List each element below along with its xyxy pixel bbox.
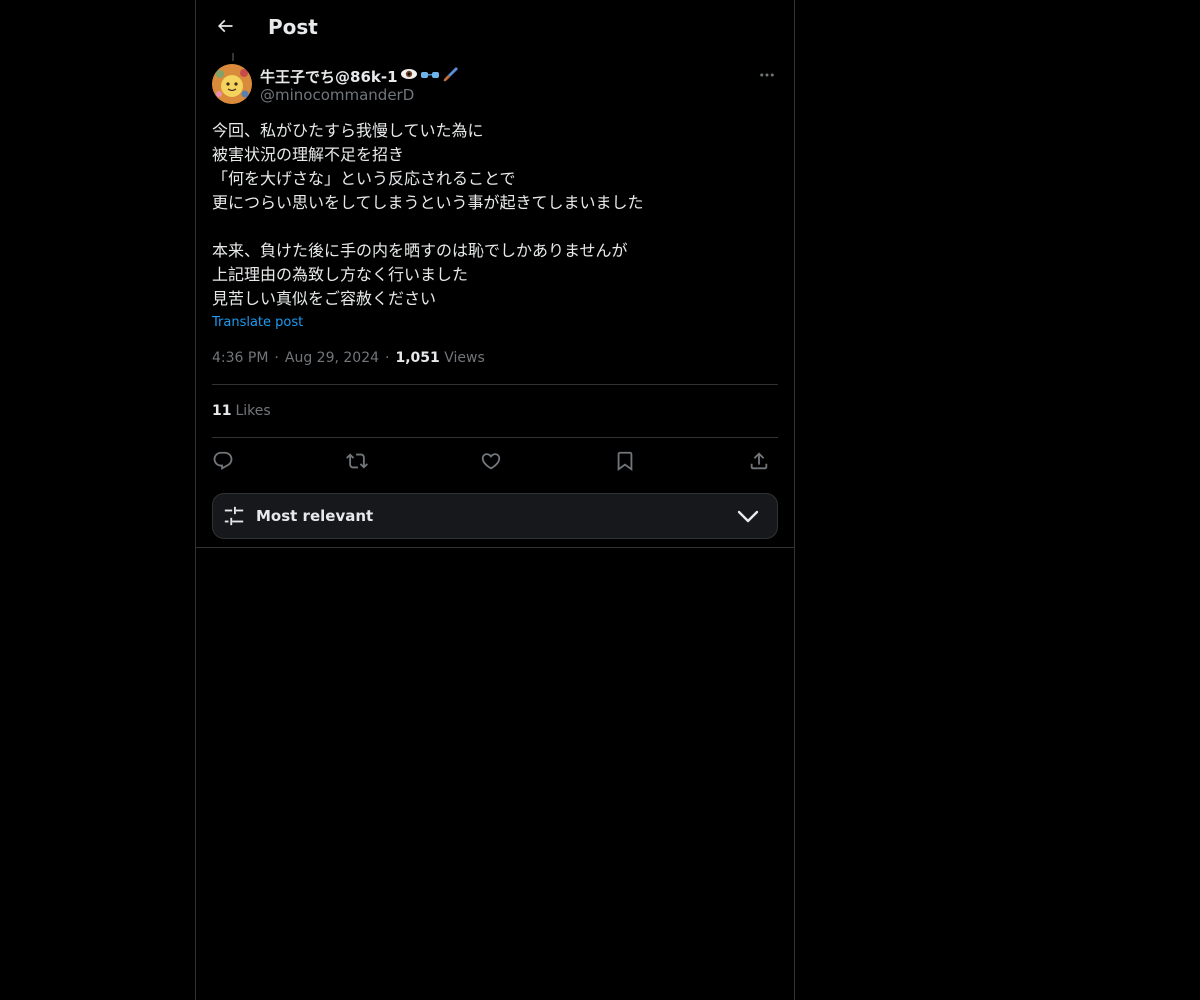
sort-replies-dropdown[interactable]: Most relevant — [212, 493, 778, 539]
paintbrush-emoji-icon — [442, 65, 460, 89]
display-name-text: 牛王子でち@86k-1 — [260, 68, 398, 86]
chevron-down-icon — [737, 510, 759, 523]
repost-button[interactable] — [342, 446, 372, 476]
views-count: 1,051 — [395, 350, 440, 366]
translate-post-link[interactable]: Translate post — [212, 314, 303, 332]
post-time[interactable]: 4:36 PM — [212, 350, 268, 366]
likes-count: 11 — [212, 403, 232, 419]
post-line-blank — [212, 215, 778, 239]
post-text: 今回、私がひたすら我慢していた為に 被害状況の理解不足を招き 「何を大げさな」と… — [212, 119, 778, 311]
likes-summary[interactable]: 11 Likes — [212, 401, 271, 421]
divider — [196, 547, 794, 548]
more-dots-icon — [760, 73, 774, 77]
post-date[interactable]: Aug 29, 2024 — [285, 350, 379, 366]
thread-connector-line — [232, 53, 234, 61]
repost-icon — [346, 453, 368, 469]
post-line: 更につらい思いをしてしまうという事が起きてしまいました — [212, 193, 644, 212]
sliders-icon — [224, 506, 244, 526]
bookmark-button[interactable] — [610, 446, 640, 476]
sort-selected-label: Most relevant — [256, 507, 374, 525]
post-line: 本来、負けた後に手の内を晒すのは恥でしかありませんが — [212, 241, 628, 260]
post-line: 見苦しい真似をご容赦ください — [212, 289, 437, 308]
more-options-button[interactable] — [756, 64, 778, 86]
eye-emoji-icon — [400, 67, 418, 87]
post-line: 「何を大げさな」という反応されることで — [212, 169, 516, 188]
avatar[interactable] — [212, 64, 252, 104]
views-label: Views — [444, 350, 485, 366]
separator-dot: · — [385, 350, 390, 366]
back-button[interactable] — [208, 9, 242, 43]
arrow-left-icon — [217, 19, 233, 33]
share-button[interactable] — [744, 446, 774, 476]
post-metadata: 4:36 PM · Aug 29, 2024 · 1,051 Views — [212, 348, 485, 368]
post-actions — [212, 446, 778, 476]
separator-dot: · — [274, 350, 279, 366]
primary-column: Post 牛王子でち@86k-1 @minocommanderD 今回、私がひた… — [195, 0, 795, 1000]
divider — [212, 437, 778, 438]
post-line: 今回、私がひたすら我慢していた為に — [212, 121, 484, 140]
likes-label: Likes — [235, 403, 271, 419]
post-line: 被害状況の理解不足を招き — [212, 145, 405, 164]
post-line: 上記理由の為致し方なく行いました — [212, 265, 469, 284]
glasses-emoji-icon — [420, 67, 440, 87]
author-handle[interactable]: @minocommanderD — [260, 85, 414, 105]
author-row: 牛王子でち@86k-1 @minocommanderD — [212, 64, 778, 108]
heart-icon — [481, 453, 501, 470]
divider — [212, 384, 778, 385]
bookmark-icon — [617, 451, 633, 472]
share-icon — [750, 452, 768, 470]
page-title: Post — [268, 15, 318, 39]
avatar-image — [212, 64, 252, 104]
reply-button[interactable] — [208, 446, 238, 476]
post-header: Post — [196, 0, 794, 53]
reply-icon — [213, 451, 233, 470]
like-button[interactable] — [476, 446, 506, 476]
